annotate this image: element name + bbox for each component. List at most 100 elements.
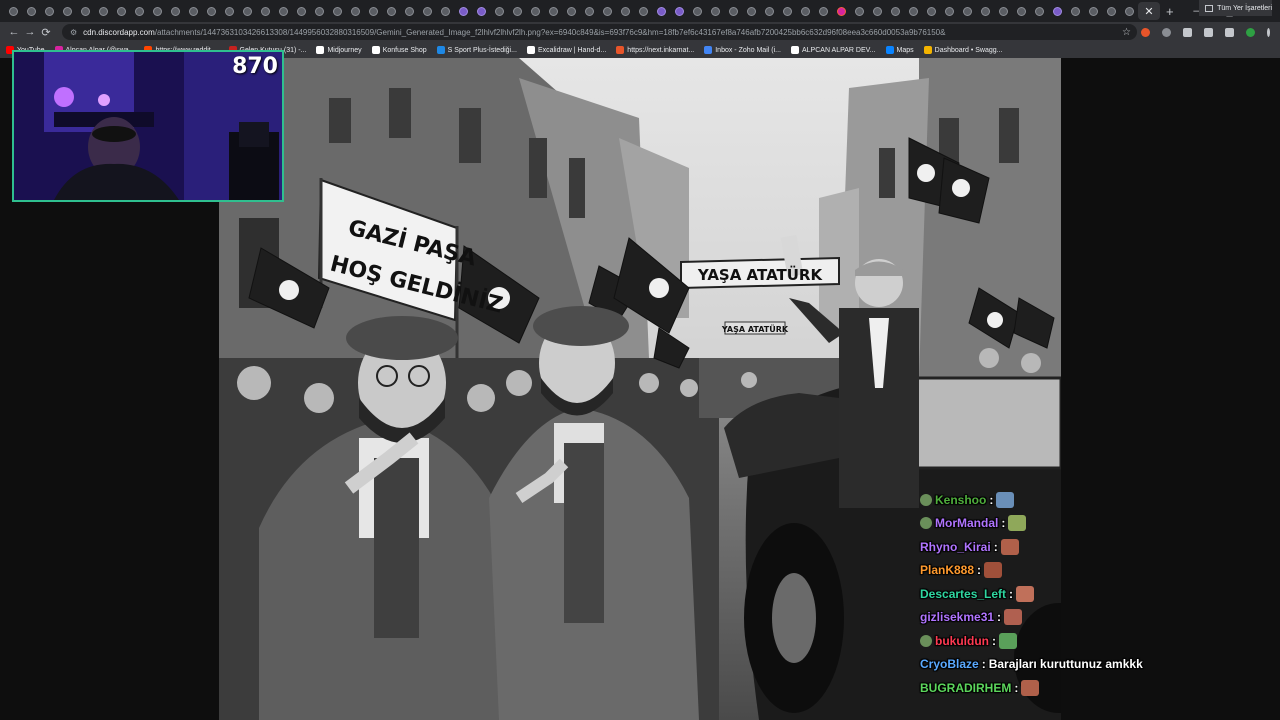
browser-tab[interactable]	[652, 2, 670, 20]
bookmark-item[interactable]: Excalidraw | Hand-d...	[526, 46, 607, 54]
bookmark-favicon-icon	[704, 46, 713, 54]
browser-tab[interactable]	[130, 2, 148, 20]
all-bookmarks[interactable]: Tüm Yer İşaretleri	[1199, 0, 1272, 16]
browser-tab[interactable]	[4, 2, 22, 20]
browser-tab[interactable]	[526, 2, 544, 20]
browser-tab[interactable]	[562, 2, 580, 20]
browser-tab[interactable]	[328, 2, 346, 20]
reload-icon[interactable]: ⟳	[38, 26, 54, 39]
browser-tab[interactable]	[1012, 2, 1030, 20]
browser-tab[interactable]	[418, 2, 436, 20]
site-info-icon[interactable]: ⚙	[70, 28, 77, 37]
browser-tab[interactable]	[688, 2, 706, 20]
bookmark-item[interactable]: Inbox - Zoho Mail (i...	[704, 46, 781, 54]
chat-separator: :	[989, 492, 994, 507]
browser-tab[interactable]	[670, 2, 688, 20]
browser-tab[interactable]	[310, 2, 328, 20]
bookmark-item[interactable]: Maps	[885, 46, 914, 54]
menu-icon[interactable]	[1267, 27, 1270, 37]
bookmark-item[interactable]: Dashboard • Swagg...	[923, 46, 1002, 54]
extension-icon[interactable]	[1141, 27, 1150, 37]
browser-tab[interactable]	[1102, 2, 1120, 20]
browser-tab[interactable]	[400, 2, 418, 20]
browser-tab[interactable]	[796, 2, 814, 20]
profile-avatar[interactable]	[1246, 27, 1255, 37]
browser-tab[interactable]	[724, 2, 742, 20]
chat-overlay: Kenshoo: MorMandal: Rhyno_Kirai: PlanK888: D…	[920, 488, 1180, 700]
chat-message: CryoBlaze: Barajları kuruttunuz amkkk	[920, 653, 1180, 677]
browser-tab[interactable]	[148, 2, 166, 20]
browser-tab[interactable]	[202, 2, 220, 20]
tab-favicon-icon	[296, 6, 306, 16]
browser-tab[interactable]	[598, 2, 616, 20]
download-icon[interactable]	[1204, 27, 1213, 37]
bookmark-item[interactable]: S Sport Plus-İstediği...	[436, 46, 517, 54]
active-tab[interactable]: ✕	[1138, 2, 1160, 20]
puzzle-icon[interactable]	[1183, 27, 1192, 37]
browser-tab[interactable]	[40, 2, 58, 20]
browser-tab[interactable]	[616, 2, 634, 20]
browser-tab[interactable]	[814, 2, 832, 20]
browser-tab[interactable]	[904, 2, 922, 20]
browser-tab[interactable]	[364, 2, 382, 20]
browser-tab[interactable]	[760, 2, 778, 20]
browser-tab[interactable]	[922, 2, 940, 20]
browser-tab[interactable]	[490, 2, 508, 20]
close-tab-icon[interactable]: ✕	[1144, 5, 1153, 18]
bookmark-star-icon[interactable]: ☆	[1122, 27, 1131, 38]
bookmark-item[interactable]: https://next.inkarnat...	[616, 46, 694, 54]
browser-tab[interactable]	[508, 2, 526, 20]
browser-tab[interactable]	[850, 2, 868, 20]
back-icon[interactable]: ←	[6, 26, 22, 38]
browser-tab[interactable]	[1030, 2, 1048, 20]
bookmark-item[interactable]: ALPCAN ALPAR DEV...	[790, 46, 876, 54]
tab-favicon-icon	[530, 6, 540, 16]
tab-favicon-icon	[818, 6, 828, 16]
browser-tab[interactable]	[994, 2, 1012, 20]
browser-tab[interactable]	[274, 2, 292, 20]
address-bar[interactable]: ⚙ cdn.discordapp.com/attachments/1447363…	[62, 24, 1137, 40]
bookmark-label: Excalidraw | Hand-d...	[537, 46, 607, 54]
browser-tab[interactable]	[868, 2, 886, 20]
extension-icon[interactable]	[1162, 27, 1171, 37]
browser-tab[interactable]	[634, 2, 652, 20]
browser-tab[interactable]	[184, 2, 202, 20]
browser-tab[interactable]	[706, 2, 724, 20]
browser-tab[interactable]	[886, 2, 904, 20]
chat-message: MorMandal:	[920, 512, 1180, 536]
browser-tab[interactable]	[346, 2, 364, 20]
browser-tab[interactable]	[166, 2, 184, 20]
browser-tab[interactable]	[58, 2, 76, 20]
browser-tab[interactable]	[76, 2, 94, 20]
browser-tab[interactable]	[1120, 2, 1138, 20]
browser-tab[interactable]	[1084, 2, 1102, 20]
browser-tab[interactable]	[94, 2, 112, 20]
browser-tab[interactable]	[256, 2, 274, 20]
browser-tab[interactable]	[832, 2, 850, 20]
browser-tab[interactable]	[220, 2, 238, 20]
browser-tab[interactable]	[238, 2, 256, 20]
browser-tab[interactable]	[292, 2, 310, 20]
browser-tab[interactable]	[22, 2, 40, 20]
browser-tab[interactable]	[742, 2, 760, 20]
browser-tab[interactable]	[454, 2, 472, 20]
browser-tab[interactable]	[1066, 2, 1084, 20]
browser-tab[interactable]	[472, 2, 490, 20]
browser-tab[interactable]	[112, 2, 130, 20]
forward-icon[interactable]: →	[22, 26, 38, 38]
cast-icon[interactable]	[1225, 27, 1234, 37]
browser-tab[interactable]	[544, 2, 562, 20]
browser-tab[interactable]	[940, 2, 958, 20]
tab-favicon-icon	[386, 6, 396, 16]
browser-tab[interactable]	[1048, 2, 1066, 20]
browser-tab[interactable]	[436, 2, 454, 20]
tab-favicon-icon	[332, 6, 342, 16]
browser-tab[interactable]	[976, 2, 994, 20]
browser-tab[interactable]	[382, 2, 400, 20]
browser-tab[interactable]	[958, 2, 976, 20]
new-tab-icon[interactable]: +	[1166, 4, 1174, 19]
browser-tab[interactable]	[778, 2, 796, 20]
bookmark-item[interactable]: Midjourney	[316, 46, 362, 54]
bookmark-item[interactable]: Konfuse Shop	[371, 46, 427, 54]
browser-tab[interactable]	[580, 2, 598, 20]
